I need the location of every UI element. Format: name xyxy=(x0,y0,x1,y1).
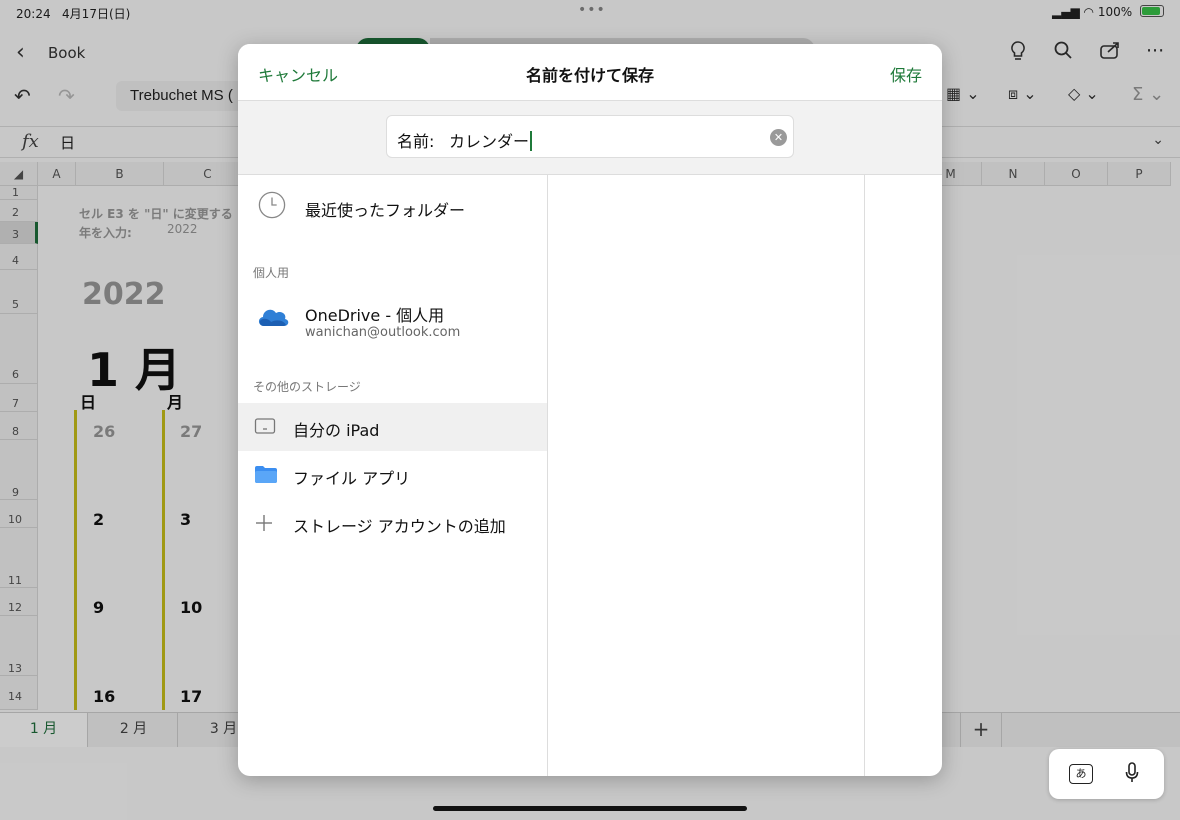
save-as-dialog: キャンセル 名前を付けて保存 保存 名前: カレンダー ✕ 最近使ったフォルダー… xyxy=(238,44,942,776)
section-personal: 個人用 xyxy=(253,266,290,280)
recent-folders-item[interactable]: 最近使ったフォルダー xyxy=(238,175,547,235)
add-storage-account-item[interactable]: ストレージ アカウントの追加 xyxy=(238,499,547,547)
section-other-storage: その他のストレージ xyxy=(253,380,361,394)
folder-icon xyxy=(255,466,277,483)
files-app-item[interactable]: ファイル アプリ xyxy=(238,451,547,499)
location-list: 最近使ったフォルダー 個人用 OneDrive - 個人用 wanichan@o… xyxy=(238,175,548,776)
file-name-field[interactable]: 名前: カレンダー ✕ xyxy=(386,115,794,158)
clock-icon xyxy=(258,191,286,219)
home-indicator[interactable] xyxy=(433,806,747,811)
recent-folders-label: 最近使ったフォルダー xyxy=(305,201,466,220)
keyboard-shortcut-bar: あ xyxy=(1049,749,1164,799)
text-caret xyxy=(530,131,533,151)
save-button[interactable]: 保存 xyxy=(890,62,922,86)
dialog-header: キャンセル 名前を付けて保存 保存 xyxy=(238,44,942,101)
name-bar: 名前: カレンダー ✕ xyxy=(238,101,942,175)
onedrive-title: OneDrive - 個人用 xyxy=(305,306,445,325)
my-ipad-label: 自分の iPad xyxy=(293,421,380,440)
onedrive-cloud-icon xyxy=(258,309,289,326)
file-name-label: 名前: xyxy=(397,132,435,151)
clear-icon[interactable]: ✕ xyxy=(770,129,787,146)
folder-browser-pane xyxy=(548,175,865,776)
ime-toggle-key[interactable]: あ xyxy=(1069,764,1093,784)
onedrive-account: wanichan@outlook.com xyxy=(305,325,461,340)
file-name-input[interactable]: カレンダー xyxy=(449,128,533,152)
my-ipad-item[interactable]: 自分の iPad xyxy=(238,403,547,451)
microphone-icon[interactable] xyxy=(1125,762,1139,784)
plus-icon xyxy=(256,515,272,531)
files-app-label: ファイル アプリ xyxy=(293,469,411,488)
dialog-title: 名前を付けて保存 xyxy=(525,66,654,85)
add-storage-account-label: ストレージ アカウントの追加 xyxy=(293,517,506,536)
ipad-icon xyxy=(254,418,276,434)
onedrive-item[interactable]: OneDrive - 個人用 wanichan@outlook.com xyxy=(238,287,547,347)
